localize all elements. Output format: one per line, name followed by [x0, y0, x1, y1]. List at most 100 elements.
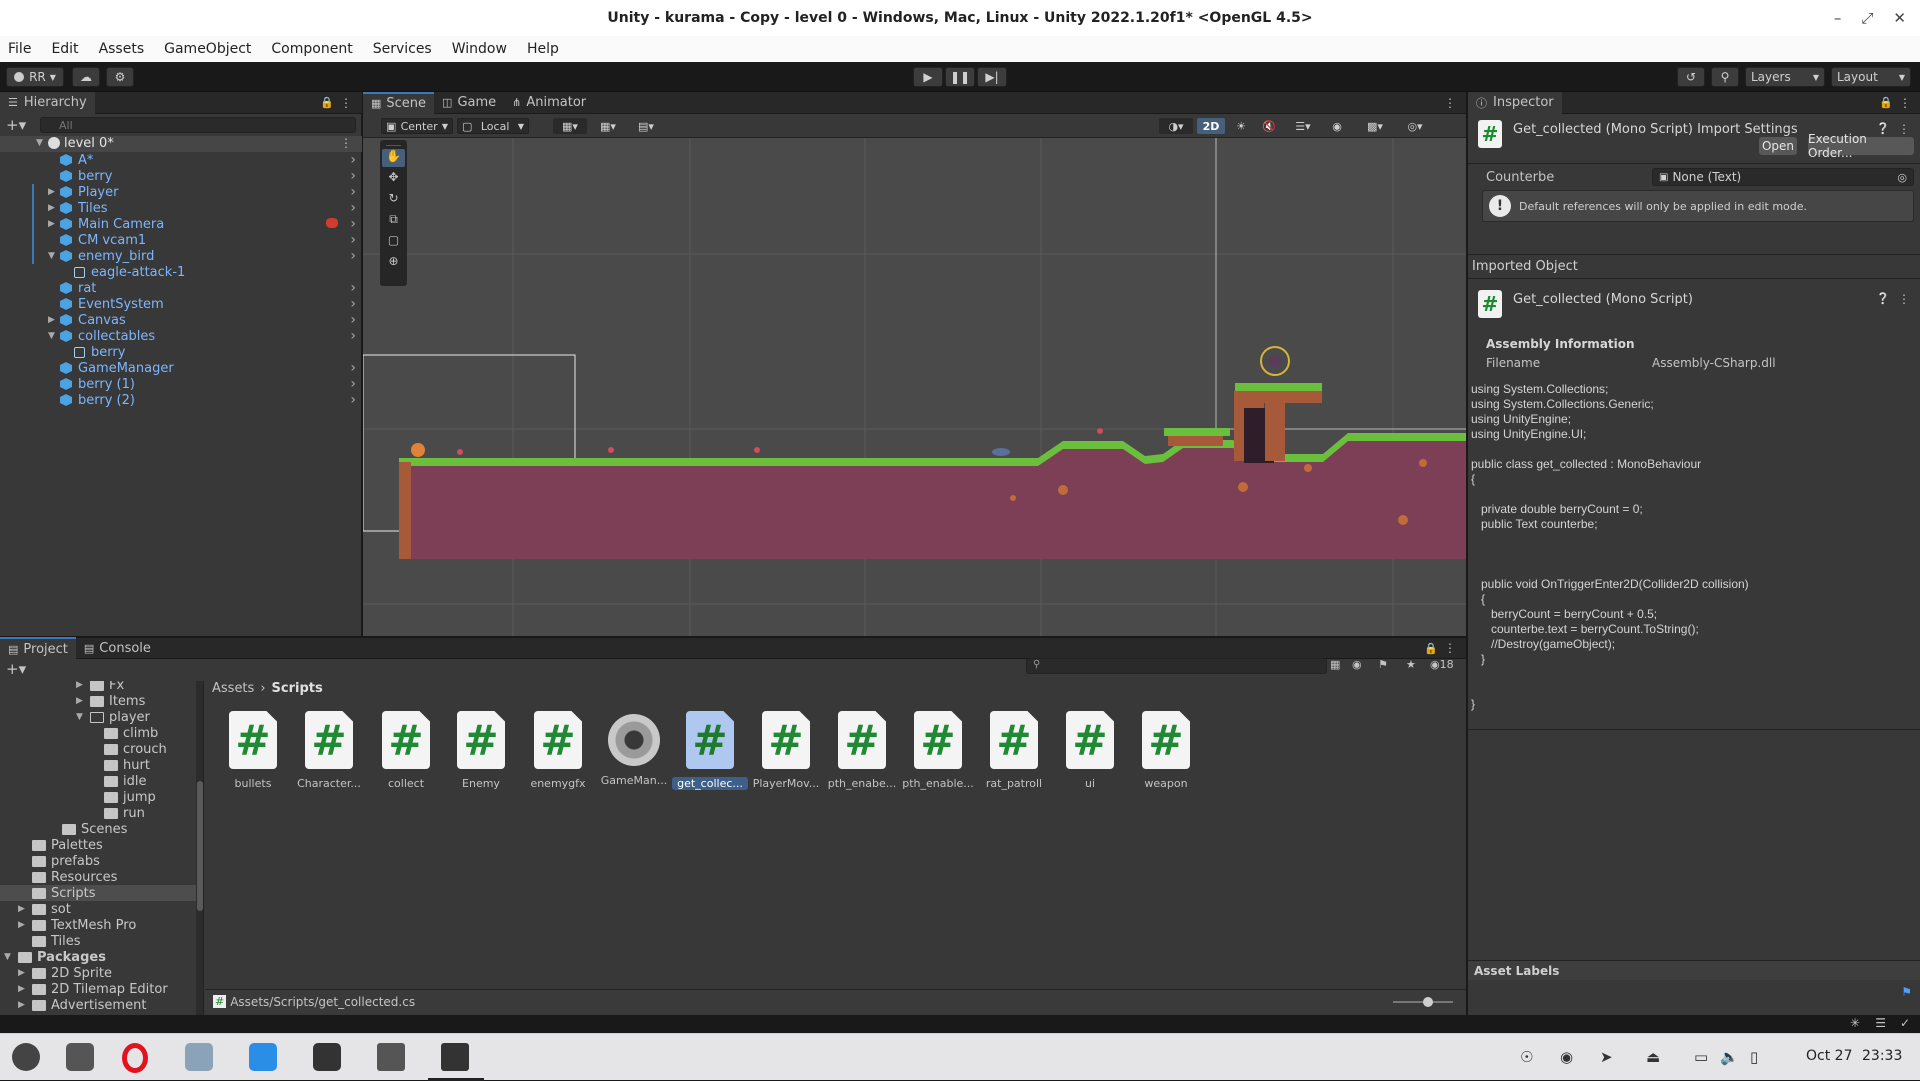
chevron-right-icon[interactable]: ›: [350, 328, 356, 344]
search-filter-icon[interactable]: ▦: [1330, 658, 1340, 671]
menu-services[interactable]: Services: [373, 41, 432, 57]
folder-tree-item[interactable]: climb: [0, 725, 196, 741]
lock-icon[interactable]: 🔒: [1424, 642, 1438, 655]
layers-dropdown[interactable]: Layers ▼: [1745, 67, 1825, 87]
mode-2d-button[interactable]: 2D: [1197, 118, 1225, 134]
folder-tree-item[interactable]: Scripts: [0, 885, 196, 901]
audio-button[interactable]: 🔇: [1257, 118, 1281, 134]
terminal-icon[interactable]: [313, 1043, 341, 1071]
effects-dropdown[interactable]: ☰▾: [1285, 118, 1321, 134]
files-icon[interactable]: [185, 1043, 213, 1071]
asset-item[interactable]: # pth_enable...: [900, 711, 976, 790]
opera-browser-icon[interactable]: [122, 1043, 148, 1073]
folder-tree-item[interactable]: prefabs: [0, 853, 196, 869]
hierarchy-item[interactable]: eagle-attack-1: [0, 264, 362, 280]
cloud-button[interactable]: ☁: [72, 67, 100, 87]
breadcrumb-scripts[interactable]: Scripts: [272, 681, 323, 696]
tab-scene[interactable]: ▦ Scene: [363, 91, 435, 114]
hierarchy-item[interactable]: A* ›: [0, 152, 362, 168]
folder-tree-item[interactable]: ▼ player: [0, 709, 196, 725]
expand-arrow-right-icon[interactable]: ▶: [48, 187, 55, 197]
tab-console[interactable]: ▤ Console: [76, 637, 159, 659]
chevron-right-icon[interactable]: ›: [350, 184, 356, 200]
chevron-right-icon[interactable]: ›: [350, 216, 356, 232]
chevron-right-icon[interactable]: ›: [350, 200, 356, 216]
step-button[interactable]: ▶|: [977, 67, 1007, 87]
folder-tree-item[interactable]: run: [0, 805, 196, 821]
layout-dropdown[interactable]: Layout ▼: [1831, 67, 1911, 87]
zoom-slider[interactable]: [1393, 997, 1453, 1007]
folder-tree-item[interactable]: ▶ 2D Sprite: [0, 965, 196, 981]
folder-tree-item[interactable]: ▶ Fx: [0, 681, 196, 693]
type-filter-icon[interactable]: ◉: [1352, 658, 1362, 671]
hierarchy-item[interactable]: berry (1) ›: [0, 376, 362, 392]
hierarchy-search-input[interactable]: All: [40, 117, 356, 133]
asset-item[interactable]: # collect: [368, 711, 444, 790]
object-picker-icon[interactable]: ◎: [1897, 171, 1907, 184]
hierarchy-item[interactable]: GameManager ›: [0, 360, 362, 376]
unity-hub-icon[interactable]: [377, 1043, 405, 1071]
chevron-right-icon[interactable]: ›: [350, 232, 356, 248]
hidden-objects-button[interactable]: ◉: [1325, 118, 1349, 134]
network-icon[interactable]: ☉: [1520, 1048, 1533, 1066]
expand-arrow-right-icon[interactable]: ▶: [76, 696, 83, 706]
expand-arrow-right-icon[interactable]: ▶: [18, 984, 25, 994]
hierarchy-item[interactable]: ▶ Tiles ›: [0, 200, 362, 216]
label-filter-icon[interactable]: ⚑: [1378, 658, 1388, 671]
hierarchy-item[interactable]: ▼ collectables ›: [0, 328, 362, 344]
tag-icon[interactable]: ⚑: [1901, 985, 1912, 999]
tab-project[interactable]: ▤ Project: [0, 637, 76, 659]
zorin-menu-icon[interactable]: [12, 1043, 40, 1071]
asset-item[interactable]: GameMan...: [596, 711, 672, 787]
expand-arrow-down-icon[interactable]: ▼: [76, 712, 83, 722]
hidden-count[interactable]: ◉18: [1430, 658, 1454, 671]
tree-scrollbar[interactable]: [196, 681, 203, 1015]
hand-tool-icon[interactable]: ✋: [382, 149, 405, 167]
search-button[interactable]: ⚲: [1711, 67, 1739, 87]
expand-arrow-right-icon[interactable]: ▶: [18, 1000, 25, 1010]
lock-icon[interactable]: 🔒: [320, 96, 334, 109]
hierarchy-item[interactable]: CM vcam1 ›: [0, 232, 362, 248]
shading-dropdown[interactable]: ◑▾: [1159, 118, 1193, 134]
hierarchy-item[interactable]: rat ›: [0, 280, 362, 296]
menu-file[interactable]: File: [8, 41, 31, 57]
asset-item[interactable]: # ui: [1052, 711, 1128, 790]
pivot-dropdown[interactable]: ▣ Center ▼: [381, 118, 453, 134]
folder-tree-item[interactable]: ▶ 2D Tilemap Editor: [0, 981, 196, 997]
move-tool-icon[interactable]: ✥: [382, 170, 405, 188]
taskbar-date[interactable]: Oct 27: [1806, 1048, 1852, 1064]
tab-animator[interactable]: ⋔ Animator: [504, 92, 594, 114]
favorite-star-icon[interactable]: ★: [1406, 658, 1416, 671]
eject-icon[interactable]: ⏏: [1646, 1048, 1660, 1066]
folder-tree-item[interactable]: ▶ sot: [0, 901, 196, 917]
expand-arrow-down-icon[interactable]: ▼: [4, 952, 11, 962]
menu-edit[interactable]: Edit: [51, 41, 78, 57]
folder-tree-item[interactable]: crouch: [0, 741, 196, 757]
counterbe-field[interactable]: ▣ None (Text) ◎: [1652, 168, 1914, 186]
tab-game[interactable]: ◫ Game: [434, 92, 504, 114]
kebab-menu-icon[interactable]: ⋮: [1898, 292, 1910, 306]
folder-tree-item[interactable]: idle: [0, 773, 196, 789]
collab-button[interactable]: ⚙: [106, 67, 134, 87]
chevron-right-icon[interactable]: ›: [350, 280, 356, 296]
expand-arrow-icon[interactable]: ▼: [36, 138, 43, 148]
expand-arrow-right-icon[interactable]: ▶: [18, 904, 25, 914]
chevron-right-icon[interactable]: ›: [350, 312, 356, 328]
window-switcher-icon[interactable]: [66, 1043, 94, 1071]
lock-icon[interactable]: 🔒: [1879, 96, 1893, 109]
increment-snap-button[interactable]: ▤▾: [629, 118, 663, 134]
add-asset-icon[interactable]: +▾: [6, 660, 26, 678]
folder-tree-item[interactable]: Tiles: [0, 933, 196, 949]
menu-gameobject[interactable]: GameObject: [164, 41, 251, 57]
gizmos-dropdown[interactable]: ◎▾: [1397, 118, 1433, 134]
hierarchy-item[interactable]: berry ›: [0, 168, 362, 184]
hierarchy-item[interactable]: berry (2) ›: [0, 392, 362, 408]
zoom-slider-thumb[interactable]: [1423, 997, 1433, 1007]
expand-arrow-down-icon[interactable]: ▼: [48, 251, 55, 261]
expand-arrow-right-icon[interactable]: ▶: [48, 315, 55, 325]
asset-item[interactable]: # Character...: [291, 711, 367, 790]
history-button[interactable]: ↺: [1677, 67, 1705, 87]
minimize-icon[interactable]: –: [1834, 9, 1842, 27]
kebab-menu-icon[interactable]: ⋮: [340, 136, 352, 150]
folder-tree-item[interactable]: ▼ Packages: [0, 949, 196, 965]
